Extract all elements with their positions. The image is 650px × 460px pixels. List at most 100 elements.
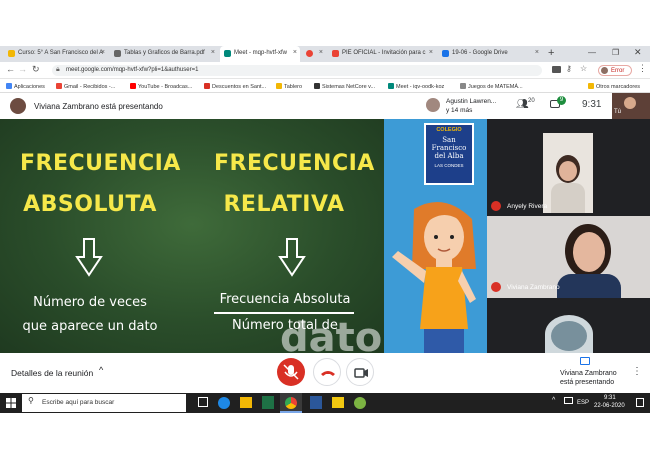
meet-header: Viviana Zambrano está presentando Agusti… [0, 93, 650, 119]
present-screen-icon[interactable] [580, 357, 590, 365]
participant-avatar-tile[interactable] [545, 315, 593, 353]
close-tab-icon[interactable]: × [293, 49, 297, 56]
back-icon[interactable]: ← [6, 64, 15, 74]
people-icon[interactable]: 👥︎ [516, 99, 529, 110]
camera-indicator-icon[interactable] [552, 66, 561, 73]
tab-favicon-icon [442, 50, 449, 57]
taskbar-time[interactable]: 9:31 [604, 395, 616, 401]
participants-more[interactable]: y 14 más [446, 107, 472, 114]
board-icon [276, 83, 282, 89]
url-bar[interactable]: 🔒︎ meet.google.com/mqp-hvtf-xfw?pli=1&au… [52, 65, 542, 76]
participant-face [573, 232, 605, 272]
reload-icon[interactable]: ↻ [32, 64, 40, 75]
browser-tab-strip: Curso: 5° A San Francisco del A × Tablas … [0, 46, 650, 62]
close-window-icon[interactable]: ✕ [634, 47, 642, 58]
presenter-banner: Viviana Zambrano está presentando [34, 102, 163, 111]
meet-top-actions: 👥︎ 20 9 9:31 [510, 96, 620, 116]
mic-off-icon [491, 201, 501, 211]
minimize-window-icon[interactable]: — [588, 48, 596, 57]
search-icon: ⚲ [28, 396, 34, 405]
participant-name: Anyely Rivera [507, 203, 548, 210]
chat-badge: 9 [557, 96, 566, 105]
close-tab-icon[interactable]: × [429, 49, 433, 56]
school-logo: COLEGIO San Francisco del Alba LAS CONDE… [424, 123, 474, 185]
more-options-icon[interactable]: ⋮ [632, 366, 642, 377]
browser-tab[interactable]: PIE OFICIAL - Invitación para c × [328, 46, 436, 62]
key-icon[interactable]: ⚷ [566, 64, 572, 73]
task-view-icon[interactable] [198, 397, 208, 407]
mic-toggle-button[interactable] [277, 358, 305, 386]
participant-avatar [426, 98, 440, 112]
presentation-slide: FRECUENCIA ABSOLUTA FRECUENCIA RELATIVA … [0, 119, 406, 361]
menu-kebab-icon[interactable]: ⋮ [638, 63, 647, 74]
participant-tiles: Anyely Rivera Viviana Zambrano [487, 119, 650, 353]
avatar [551, 321, 587, 351]
slide-left-title-1: FRECUENCIA [20, 151, 181, 176]
language-indicator[interactable]: ESP [577, 400, 589, 406]
bookmark-item[interactable]: Gmail - Recibidos -... [56, 83, 115, 90]
windows-start-icon[interactable] [6, 398, 16, 408]
browser-tab-active[interactable]: Meet - mqp-hvtf-xfw × [220, 46, 300, 62]
meeting-details-button[interactable]: Detalles de la reunión [11, 368, 93, 378]
bookmarks-bar: Aplicaciones Gmail - Recibidos -... YouT… [0, 79, 650, 93]
word-icon[interactable] [310, 396, 322, 409]
browser-tab[interactable]: Curso: 5° A San Francisco del A × [4, 46, 108, 62]
cartoon-girl-illustration [392, 201, 476, 353]
leave-call-button[interactable] [313, 358, 341, 386]
browser-tab[interactable]: × [302, 46, 326, 62]
notifications-icon[interactable] [636, 398, 644, 407]
file-explorer-icon[interactable] [240, 397, 252, 408]
new-tab-button[interactable]: + [548, 47, 554, 59]
sticky-notes-icon[interactable] [332, 397, 344, 408]
slide-left-title-2: ABSOLUTA [23, 192, 157, 217]
bookmark-item[interactable]: Sistemas NetCore v... [314, 83, 375, 90]
browser-tab[interactable]: Tablas y Graficos de Barra.pdf × [110, 46, 218, 62]
network-icon[interactable] [564, 397, 573, 404]
tray-chevron-up-icon[interactable]: ^ [552, 397, 555, 404]
taskbar-search-box[interactable]: ⚲ Escribe aquí para buscar [22, 394, 186, 412]
meet-controls-bar: Detalles de la reunión ^ Viviana Zambran… [0, 353, 650, 393]
forward-icon[interactable]: → [18, 64, 27, 74]
presenter-avatar [10, 98, 26, 114]
bookmark-item[interactable]: Descuentos en Sant... [204, 83, 266, 90]
participants-summary[interactable]: Agustin Lawren... [446, 98, 496, 105]
apps-grid-icon [6, 83, 12, 89]
self-view-tile[interactable]: Tú [612, 93, 650, 119]
profile-error-button[interactable]: Error [598, 65, 632, 76]
close-tab-icon[interactable]: × [319, 49, 323, 56]
slide-right-title-1: FRECUENCIA [214, 151, 375, 176]
browser-tab[interactable]: 19-06 - Google Drive × [438, 46, 542, 62]
tab-favicon-icon [332, 50, 339, 57]
close-tab-icon[interactable]: × [101, 49, 105, 56]
taskbar-date[interactable]: 22-06-2020 [594, 403, 625, 409]
participant-video[interactable] [543, 133, 593, 213]
mic-off-icon [491, 282, 501, 292]
close-tab-icon[interactable]: × [211, 49, 215, 56]
participant-body [551, 183, 585, 213]
participant-body [557, 274, 621, 298]
camera-toggle-button[interactable] [346, 358, 374, 386]
avatar [601, 67, 608, 74]
bookmark-item[interactable]: Aplicaciones [6, 83, 45, 90]
windows-taskbar: ⚲ Escribe aquí para buscar ^ ESP 9:31 22… [0, 393, 650, 413]
excel-icon[interactable] [262, 396, 274, 409]
star-icon[interactable]: ☆ [580, 64, 587, 73]
self-face [624, 97, 636, 109]
bookmark-item[interactable]: YouTube - Broadcas... [130, 83, 192, 90]
chevron-up-icon[interactable]: ^ [99, 365, 103, 375]
close-tab-icon[interactable]: × [535, 49, 539, 56]
presenting-status: está presentando [560, 379, 615, 386]
bookmark-item[interactable]: Juegos de MATEMÁ... [460, 83, 523, 90]
arrow-down-icon [278, 238, 306, 277]
edge-icon[interactable] [218, 397, 230, 409]
slide-fraction-numerator: Frecuencia Absoluta [219, 292, 351, 307]
tab-favicon-icon [306, 50, 313, 57]
app-icon[interactable] [354, 397, 366, 409]
bookmark-item[interactable]: Tablero [276, 83, 302, 90]
taskbar-chrome-active[interactable] [280, 393, 302, 413]
slide-left-desc-1: Número de veces [33, 295, 147, 310]
bookmark-folder-other[interactable]: Otros marcadores [588, 83, 640, 90]
slide-side-panel: COLEGIO San Francisco del Alba LAS CONDE… [384, 119, 487, 353]
bookmark-item[interactable]: Meet - iqv-oodk-koz [388, 83, 444, 90]
maximize-window-icon[interactable]: ❐ [612, 48, 619, 57]
